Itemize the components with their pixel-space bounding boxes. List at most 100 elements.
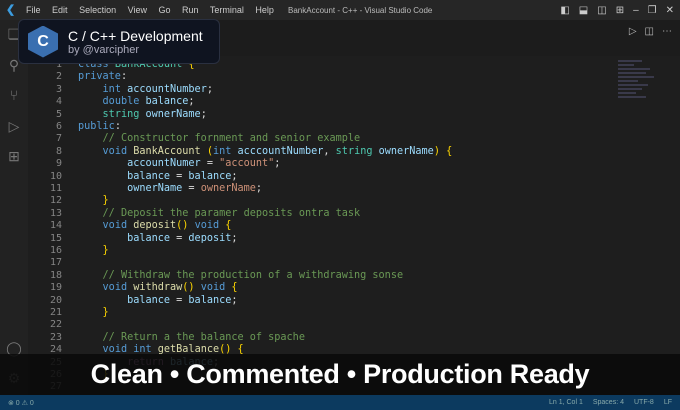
code-token: balance: [188, 170, 232, 182]
line-number: 12: [49, 195, 62, 207]
line-ending[interactable]: LF: [664, 399, 672, 406]
run-file-icon[interactable]: ▷: [629, 26, 637, 37]
code-line[interactable]: }: [78, 245, 109, 256]
caption-overlay: Clean • Commented • Production Ready: [0, 354, 680, 395]
minimap[interactable]: [618, 58, 658, 118]
split-editor-icon[interactable]: ◫: [645, 26, 654, 37]
code-line[interactable]: }: [78, 307, 109, 318]
menu-bar: File Edit Selection View Go Run Terminal…: [26, 5, 283, 15]
cpp-logo-icon: C: [28, 25, 58, 58]
menu-selection[interactable]: Selection: [79, 5, 116, 15]
code-token: // Withdraw the production of a withdraw…: [102, 269, 404, 281]
code-line[interactable]: balance = balance;: [78, 170, 238, 182]
line-number: 23: [49, 331, 62, 343]
code-line[interactable]: void BankAccount (int acccountNumber, st…: [78, 145, 453, 157]
code-token: // Constructor fornment and senior examp…: [102, 133, 361, 145]
code-token: int: [212, 145, 238, 157]
close-icon[interactable]: ✕: [666, 5, 674, 16]
code-line[interactable]: double balance;: [78, 96, 195, 107]
code-line[interactable]: // Constructor fornment and senior examp…: [78, 133, 361, 145]
code-line[interactable]: balance = deposit;: [78, 232, 238, 244]
code-token: // Return a the balance of spache: [102, 331, 305, 343]
menu-run[interactable]: Run: [182, 5, 199, 15]
code-token: =: [200, 158, 220, 170]
code-line[interactable]: // Deposit the paramer deposits ontra ta…: [78, 208, 361, 219]
code-line[interactable]: void withdraw() void {: [78, 282, 238, 293]
code-token: }: [102, 195, 109, 207]
code-token: deposit: [133, 220, 177, 232]
line-number: 19: [49, 282, 62, 294]
code-token: ;: [231, 232, 238, 244]
code-token: "account": [219, 158, 275, 170]
line-number: 22: [49, 319, 62, 331]
code-token: }: [102, 245, 109, 256]
code-token: ;: [231, 294, 238, 306]
toggle-sidebar-icon[interactable]: ◧: [560, 5, 569, 16]
code-line[interactable]: accountNumer = "account";: [78, 158, 280, 169]
code-token: void: [194, 220, 226, 232]
cursor-position[interactable]: Ln 1, Col 1: [549, 399, 583, 406]
menu-terminal[interactable]: Terminal: [210, 5, 244, 15]
window-title: BankAccount - C++ - Visual Studio Code: [288, 5, 433, 15]
code-token: =: [170, 294, 189, 306]
extensions-icon[interactable]: ⊞: [6, 148, 22, 164]
source-control-icon[interactable]: ⑂: [6, 87, 22, 103]
more-actions-icon[interactable]: ⋯: [662, 26, 672, 37]
vscode-logo-icon: ❮: [6, 4, 16, 16]
code-token: balance: [127, 232, 171, 244]
code-token: ;: [200, 108, 207, 120]
code-token: ownerName: [127, 183, 183, 194]
code-line[interactable]: int accountNumber;: [78, 84, 213, 95]
indentation[interactable]: Spaces: 4: [593, 399, 624, 406]
menu-edit[interactable]: Edit: [52, 5, 68, 15]
toggle-secondary-sidebar-icon[interactable]: ◫: [597, 5, 606, 16]
minimize-icon[interactable]: –: [633, 5, 639, 16]
line-number: 21: [49, 307, 62, 318]
code-line[interactable]: }: [78, 195, 109, 206]
code-line[interactable]: private:: [78, 71, 127, 82]
code-token: void: [200, 282, 232, 294]
code-line[interactable]: void deposit() void {: [78, 220, 232, 232]
code-line[interactable]: string ownerName;: [78, 109, 207, 120]
code-token: void: [102, 220, 134, 232]
code-token: withdraw: [133, 282, 183, 294]
code-line[interactable]: // Withdraw the production of a withdraw…: [78, 269, 404, 281]
encoding[interactable]: UTF-8: [634, 399, 654, 406]
code-line[interactable]: balance = balance;: [78, 294, 238, 306]
code-token: public: [78, 121, 115, 132]
menu-go[interactable]: Go: [158, 5, 170, 15]
code-token: ;: [231, 170, 238, 182]
line-number: 17: [49, 257, 62, 269]
toggle-panel-icon[interactable]: ⬓: [579, 5, 588, 16]
code-token: accountNumer: [127, 158, 201, 170]
code-token: private: [78, 71, 121, 83]
code-token: =: [170, 232, 189, 244]
code-editor[interactable]: 1 class BankAccount {2 private: 3 int accou…: [28, 56, 680, 395]
layout-icon[interactable]: ⊞: [616, 5, 624, 16]
code-token: ,: [323, 145, 336, 157]
code-line[interactable]: // Return a the balance of spache: [78, 332, 305, 343]
badge-subtitle: by @varcipher: [68, 43, 140, 56]
line-number: 3: [55, 83, 62, 95]
remote-status-icon[interactable]: ⊗ 0 ⚠ 0: [8, 399, 34, 407]
code-token: string: [335, 145, 379, 157]
run-debug-icon[interactable]: ▷: [6, 118, 22, 134]
code-token: :: [120, 71, 128, 83]
code-line[interactable]: ownerName = ownerName;: [78, 183, 262, 194]
code-token: acccountNumber: [237, 145, 324, 157]
line-number: 4: [55, 96, 62, 108]
menu-file[interactable]: File: [26, 5, 41, 15]
menu-view[interactable]: View: [128, 5, 147, 15]
restore-icon[interactable]: ❐: [648, 5, 657, 16]
code-line[interactable]: public:: [78, 121, 121, 132]
menu-help[interactable]: Help: [255, 5, 274, 15]
code-token: balance: [127, 170, 171, 182]
